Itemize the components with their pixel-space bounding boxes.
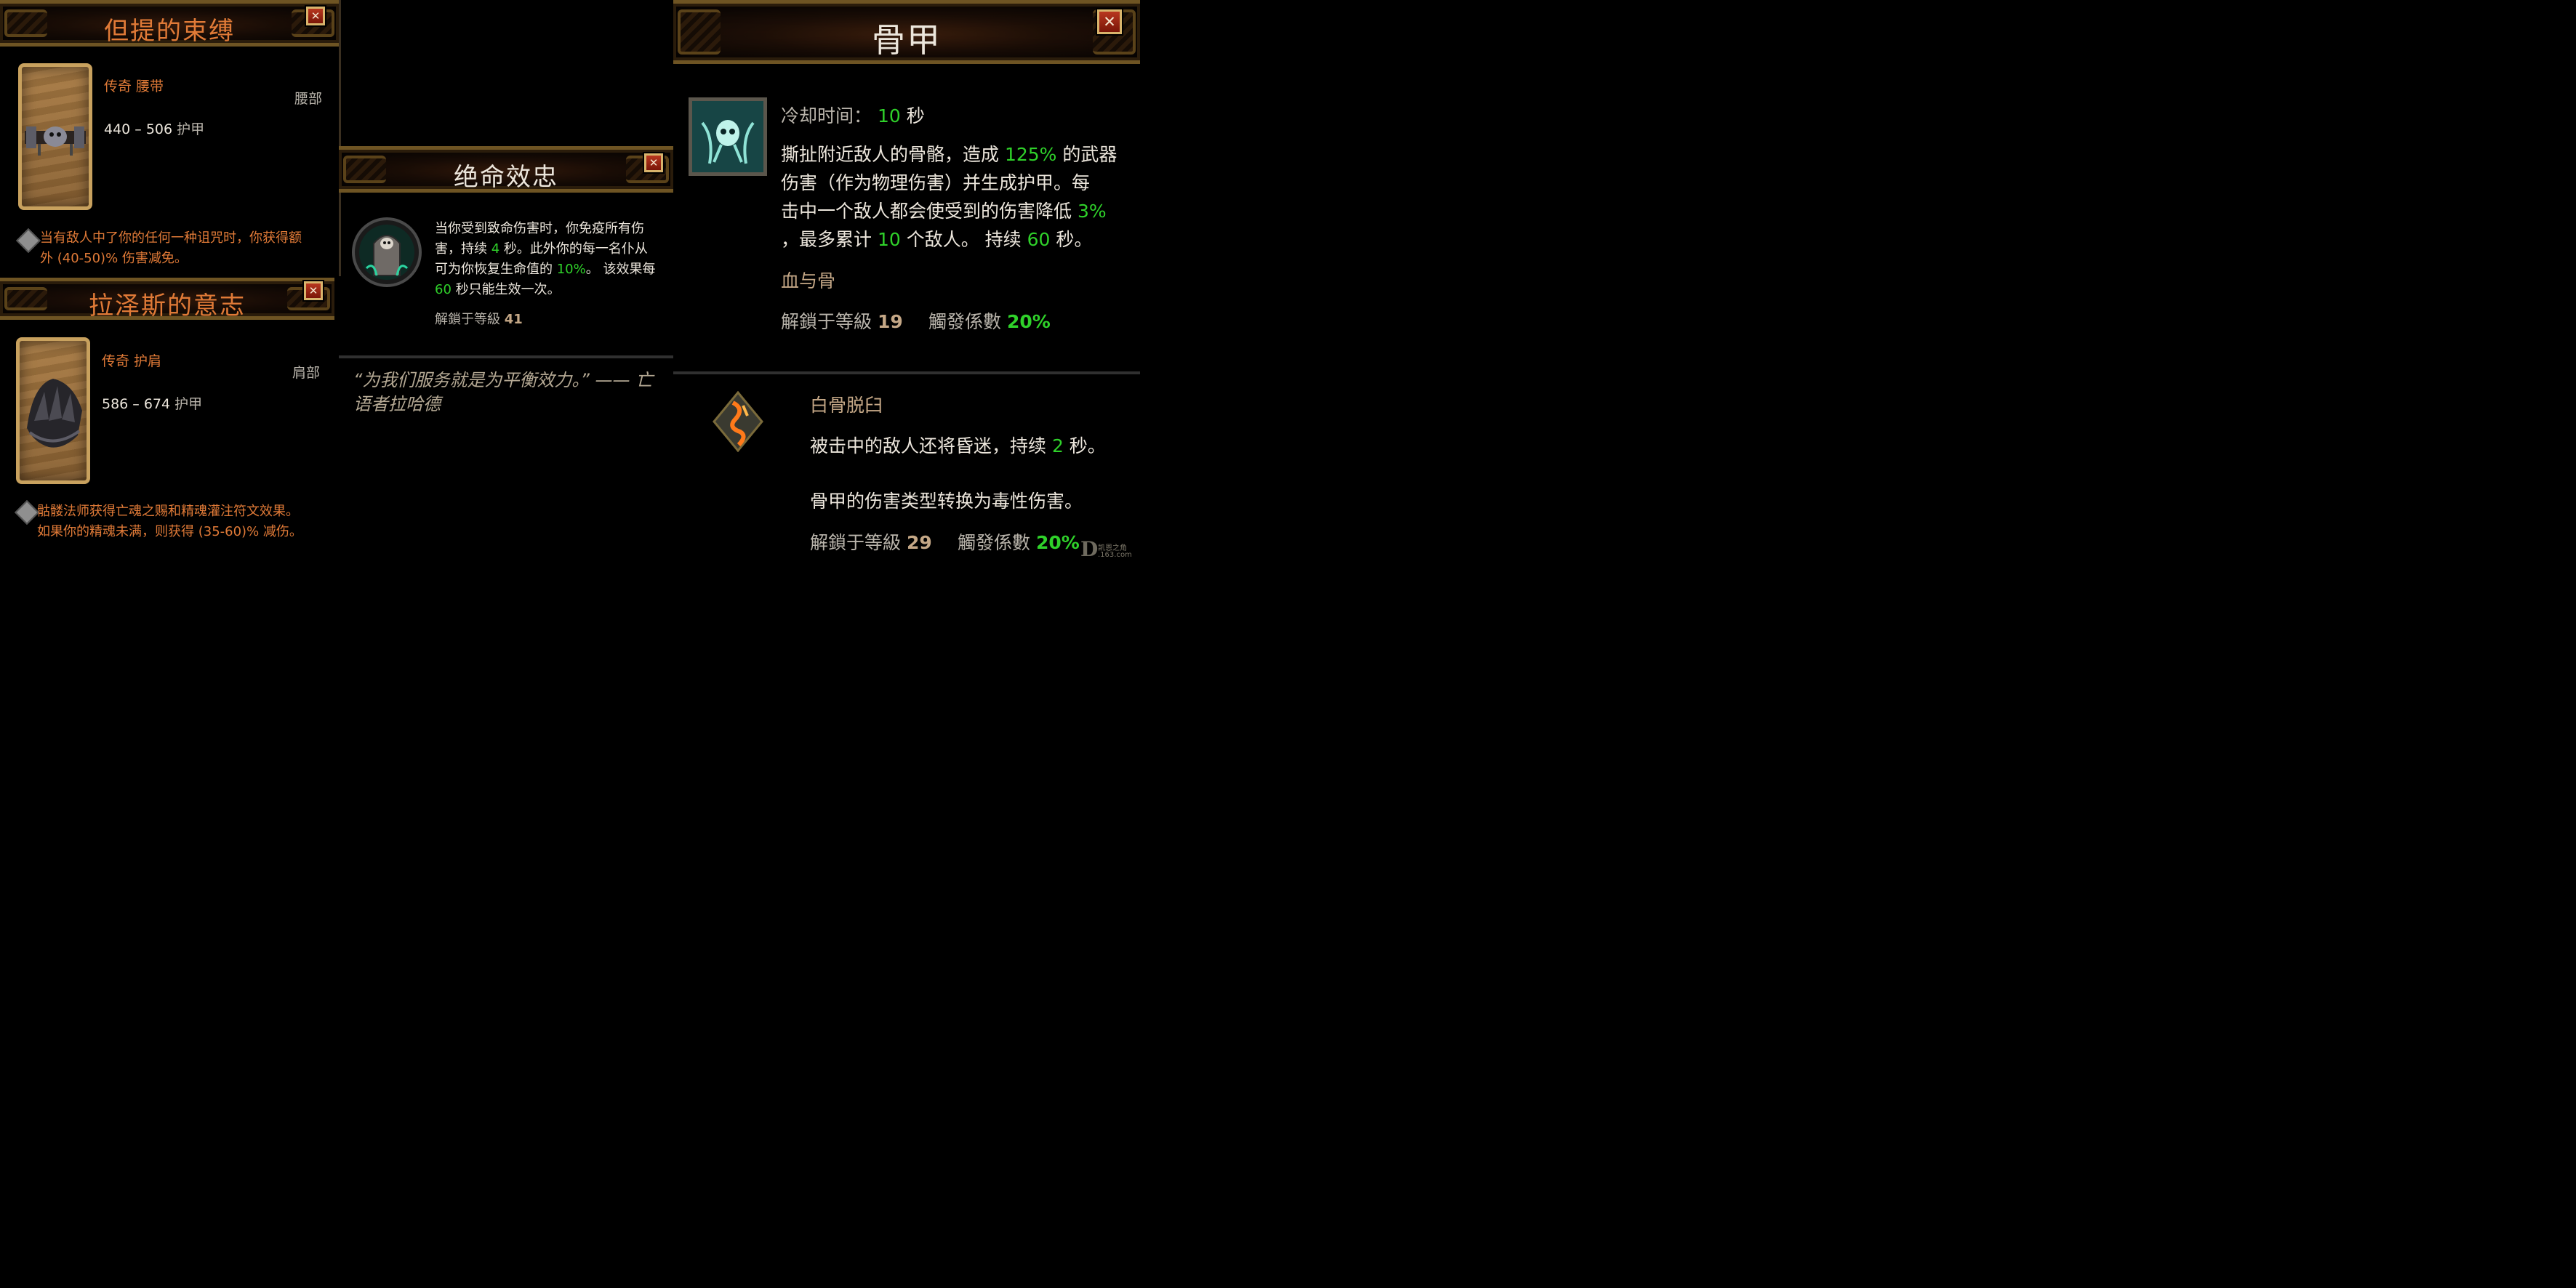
rune-proc-coefficient: 觸發係數 20% bbox=[958, 532, 1080, 553]
panel-header: 绝命效忠 bbox=[339, 146, 673, 193]
panel-title: 绝命效忠 bbox=[454, 163, 558, 192]
close-button[interactable]: ✕ bbox=[644, 153, 663, 172]
tombstone-skull-icon bbox=[352, 217, 422, 287]
skill-desc-line-1: 撕扯附近敌人的骨骼，造成 125% 的武器 bbox=[781, 144, 1118, 165]
item-armor: 440 – 506 护甲 bbox=[104, 118, 204, 138]
passive-desc-line-2: 害，持续 4 秒。此外你的每一名仆从 bbox=[435, 241, 648, 257]
skill-desc: 撕扯附近敌人的骨骼，造成 125% 的武器 伤害（作为物理伤害）并生成护甲。每 … bbox=[781, 140, 1117, 254]
close-button[interactable]: ✕ bbox=[1097, 9, 1122, 34]
item-slot-label: 腰部 bbox=[294, 91, 323, 107]
item-effect-line-2: 外 (40-50)% 伤害减免。 bbox=[40, 251, 188, 266]
passive-skill-panel: 绝命效忠 ✕ 当你受到致命伤害时，你免疫所有伤 害，持续 4 秒。此外你的每一名… bbox=[339, 146, 673, 451]
close-button[interactable]: ✕ bbox=[304, 281, 323, 300]
item-rarity-type: 传奇 护肩 bbox=[102, 353, 162, 369]
panel-title: 骨甲 bbox=[872, 20, 942, 60]
bullet-icon bbox=[15, 500, 39, 525]
shoulder-armor-icon bbox=[27, 379, 82, 448]
item-slot-label: 肩部 bbox=[292, 365, 321, 381]
divider bbox=[339, 355, 673, 358]
divider bbox=[673, 371, 1140, 374]
rune-dislocation-icon bbox=[713, 391, 763, 452]
passive-desc-line-3: 可为你恢复生命值的 10%。 该效果每 bbox=[435, 262, 656, 277]
item-effect-line-1: 骷髅法师获得亡魂之赐和精魂灌注符文效果。 bbox=[37, 504, 299, 519]
passive-desc-line-4: 60 秒只能生效一次。 bbox=[435, 282, 561, 297]
skill-icon-frame bbox=[689, 97, 767, 176]
panel-header: 骨甲 bbox=[673, 0, 1140, 64]
passive-desc-line-1: 当你受到致命伤害时，你免疫所有伤 bbox=[435, 221, 644, 236]
flavor-quote: “为我们服务就是为平衡效力。” —— 亡 语者拉哈德 bbox=[353, 370, 654, 414]
rune-desc-line-2: 骨甲的伤害类型转换为毒性伤害。 bbox=[810, 491, 1083, 512]
armor-value: 440 – 506 bbox=[104, 121, 173, 137]
bone-armor-icon bbox=[692, 101, 763, 172]
item-icon-slot bbox=[16, 337, 90, 484]
watermark-logo: D bbox=[1080, 537, 1099, 561]
panel-title: 但提的束缚 bbox=[104, 17, 235, 46]
rune-desc-line-1: 被击中的敌人还将昏迷，持续 2 秒。 bbox=[810, 435, 1106, 456]
item-armor: 586 – 674 护甲 bbox=[102, 393, 202, 413]
armor-unit: 护甲 bbox=[174, 396, 203, 412]
panel-header: 拉泽斯的意志 bbox=[0, 278, 334, 321]
proc-coefficient: 觸發係數 20% bbox=[928, 311, 1051, 332]
watermark-url: .163.com bbox=[1098, 551, 1132, 559]
active-skill-panel: 骨甲 ✕ 冷却时间： 10 秒 撕扯附近敌人的骨骼，造成 125% 的武器 伤害… bbox=[673, 0, 1140, 561]
close-button[interactable]: ✕ bbox=[306, 7, 325, 25]
armor-value: 586 – 674 bbox=[102, 396, 171, 412]
bullet-icon bbox=[16, 228, 41, 253]
item-rarity-type: 传奇 腰带 bbox=[104, 79, 164, 94]
belt-icon bbox=[25, 126, 86, 156]
item-effect-line-2: 如果你的精魂未满，则获得 (35-60)% 减伤。 bbox=[37, 524, 302, 539]
item-panel-shoulders: 拉泽斯的意志 ✕ 传奇 护肩 肩部 586 – 674 护甲 骷髅法师获得亡魂之… bbox=[0, 278, 334, 561]
passive-desc: 当你受到致命伤害时，你免疫所有伤 害，持续 4 秒。此外你的每一名仆从 可为你恢… bbox=[435, 219, 655, 300]
skill-desc-line-2: 伤害（作为物理伤害）并生成护甲。每 bbox=[781, 172, 1091, 193]
item-effect-line-1: 当有敌人中了你的任何一种诅咒时，你获得额 bbox=[40, 230, 302, 246]
armor-unit: 护甲 bbox=[177, 121, 205, 137]
watermark: D 凯恩之角 .163.com bbox=[1080, 537, 1139, 561]
panel-title: 拉泽斯的意志 bbox=[89, 291, 246, 321]
rune-name: 白骨脱臼 bbox=[810, 395, 883, 416]
rune-group-label: 血与骨 bbox=[781, 270, 836, 291]
cooldown: 冷却时间： 10 秒 bbox=[781, 105, 925, 126]
panel-header: 但提的束缚 bbox=[0, 0, 339, 47]
item-panel-belt: 但提的束缚 ✕ 传奇 腰带 腰部 440 – 506 护甲 当有敌人中了你的任何… bbox=[0, 0, 341, 276]
unlock-level: 解鎖于等級 19 bbox=[781, 311, 903, 332]
skill-desc-line-4: ，最多累计 10 个敌人。 持续 60 秒。 bbox=[781, 229, 1093, 250]
rune-unlock-level: 解鎖于等級 29 bbox=[810, 532, 932, 553]
unlock-level: 解鎖于等級 41 bbox=[435, 312, 523, 327]
skill-desc-line-3: 击中一个敌人都会使受到的伤害降低 3% bbox=[781, 201, 1107, 222]
item-icon-slot bbox=[18, 63, 92, 210]
